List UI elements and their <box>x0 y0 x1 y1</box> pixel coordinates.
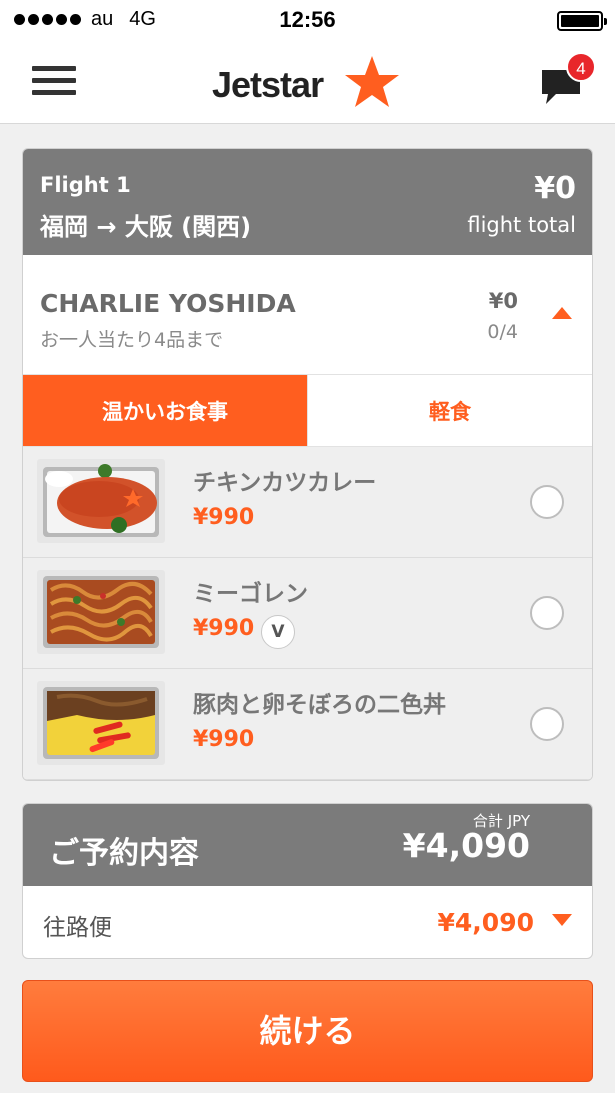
collapse-caret-icon[interactable] <box>552 307 572 319</box>
summary-total: ¥4,090 <box>402 826 530 865</box>
pork-egg-soboro-bowl-image <box>37 681 165 765</box>
outbound-label: 往路便 <box>43 915 112 941</box>
flight-route: 福岡 → 大阪 (関西) <box>40 213 252 241</box>
booking-summary: ご予約内容 合計 JPY ¥4,090 往路便 ¥4,090 <box>22 803 593 959</box>
passenger-row[interactable]: CHARLIE YOSHIDA お一人当たり4品まで ¥0 0/4 <box>23 255 592 375</box>
nav-bar: Jetstar <box>0 40 615 124</box>
outbound-flight-row[interactable]: 往路便 ¥4,090 <box>23 886 592 958</box>
meal-select-radio[interactable] <box>530 485 564 519</box>
meal-price: ¥990 <box>193 727 255 752</box>
battery-icon <box>557 11 607 31</box>
summary-header: ご予約内容 合計 JPY ¥4,090 <box>23 804 592 886</box>
meal-price: ¥990 <box>193 505 255 530</box>
summary-title: ご予約内容 <box>49 836 199 871</box>
continue-button[interactable]: 続ける <box>22 980 593 1082</box>
flight-label: Flight 1 <box>40 173 131 197</box>
meal-list: チキンカツカレー ¥990 ミーゴレン ¥990 V 豚肉と卵そぼろの二色丼 ¥… <box>23 447 592 780</box>
meal-item[interactable]: チキンカツカレー ¥990 <box>23 447 592 558</box>
tab-hot-meals[interactable]: 温かいお食事 <box>23 375 307 446</box>
passenger-item-count: 0/4 <box>487 321 518 343</box>
passenger-limit-note: お一人当たり4品まで <box>40 329 224 351</box>
hamburger-menu-icon[interactable] <box>32 66 76 98</box>
mee-goreng-image <box>37 570 165 654</box>
status-time: 12:56 <box>279 7 336 32</box>
star-icon <box>345 56 399 107</box>
meal-select-radio[interactable] <box>530 596 564 630</box>
chicken-katsu-curry-image <box>37 459 165 543</box>
meal-selection-card: Flight 1 福岡 → 大阪 (関西) ¥0 flight total CH… <box>22 148 593 781</box>
meal-name: 豚肉と卵そぼろの二色丼 <box>193 692 446 718</box>
meal-name: ミーゴレン <box>193 581 308 607</box>
flight-total-label: flight total <box>467 213 576 237</box>
flight-amount: ¥0 <box>534 171 576 206</box>
meal-item[interactable]: ミーゴレン ¥990 V <box>23 558 592 669</box>
flight-header: Flight 1 福岡 → 大阪 (関西) ¥0 flight total <box>23 149 592 255</box>
logo-text: Jetstar <box>212 64 324 105</box>
meal-name: チキンカツカレー <box>193 470 377 496</box>
notification-badge: 4 <box>566 52 596 82</box>
expand-caret-icon[interactable] <box>552 914 572 926</box>
tab-snacks[interactable]: 軽食 <box>307 375 592 446</box>
meal-item[interactable]: 豚肉と卵そぼろの二色丼 ¥990 <box>23 669 592 780</box>
passenger-name: CHARLIE YOSHIDA <box>40 289 296 318</box>
status-bar: au 4G 12:56 <box>0 0 615 40</box>
vegetarian-badge: V <box>261 615 295 649</box>
meal-price: ¥990 <box>193 616 255 641</box>
outbound-amount: ¥4,090 <box>437 908 534 937</box>
meal-select-radio[interactable] <box>530 707 564 741</box>
passenger-amount: ¥0 <box>488 289 518 313</box>
meal-category-tabs: 温かいお食事 軽食 <box>23 375 592 447</box>
jetstar-logo[interactable]: Jetstar <box>212 54 402 110</box>
